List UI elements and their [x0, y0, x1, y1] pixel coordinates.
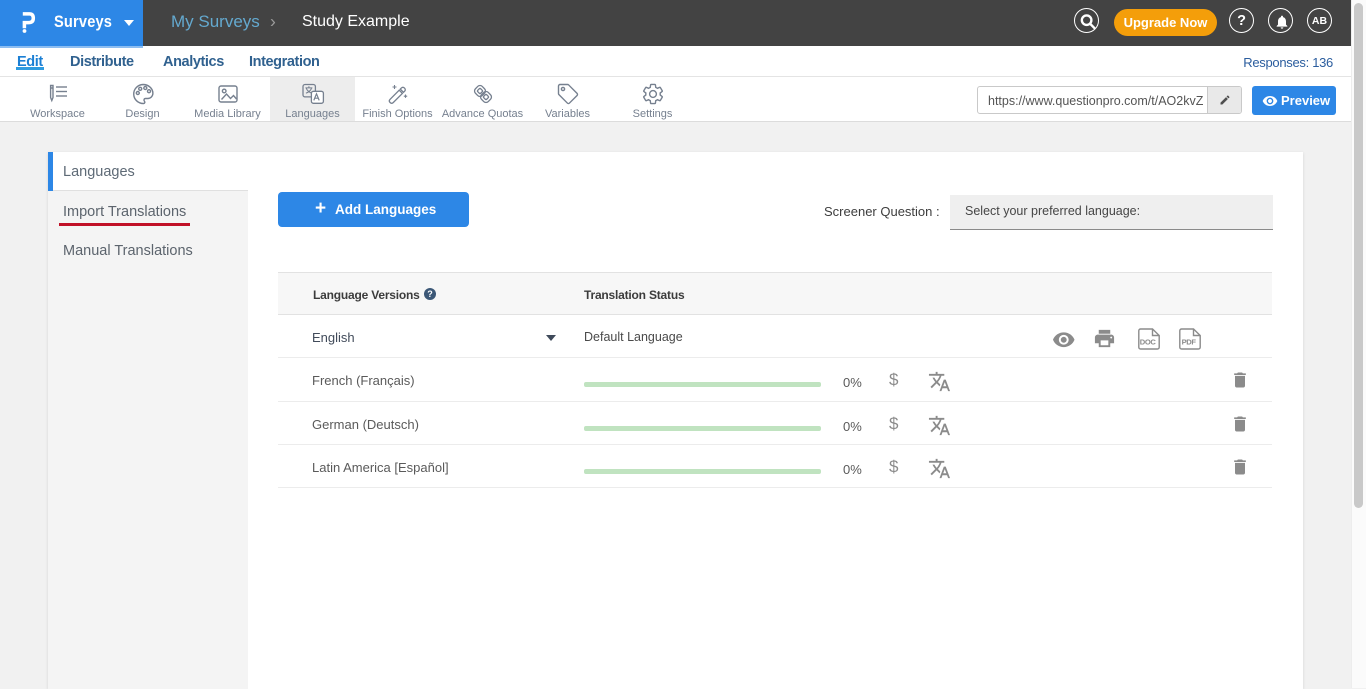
svg-text:PDF: PDF — [1182, 338, 1197, 347]
svg-text:DOC: DOC — [1140, 338, 1157, 347]
